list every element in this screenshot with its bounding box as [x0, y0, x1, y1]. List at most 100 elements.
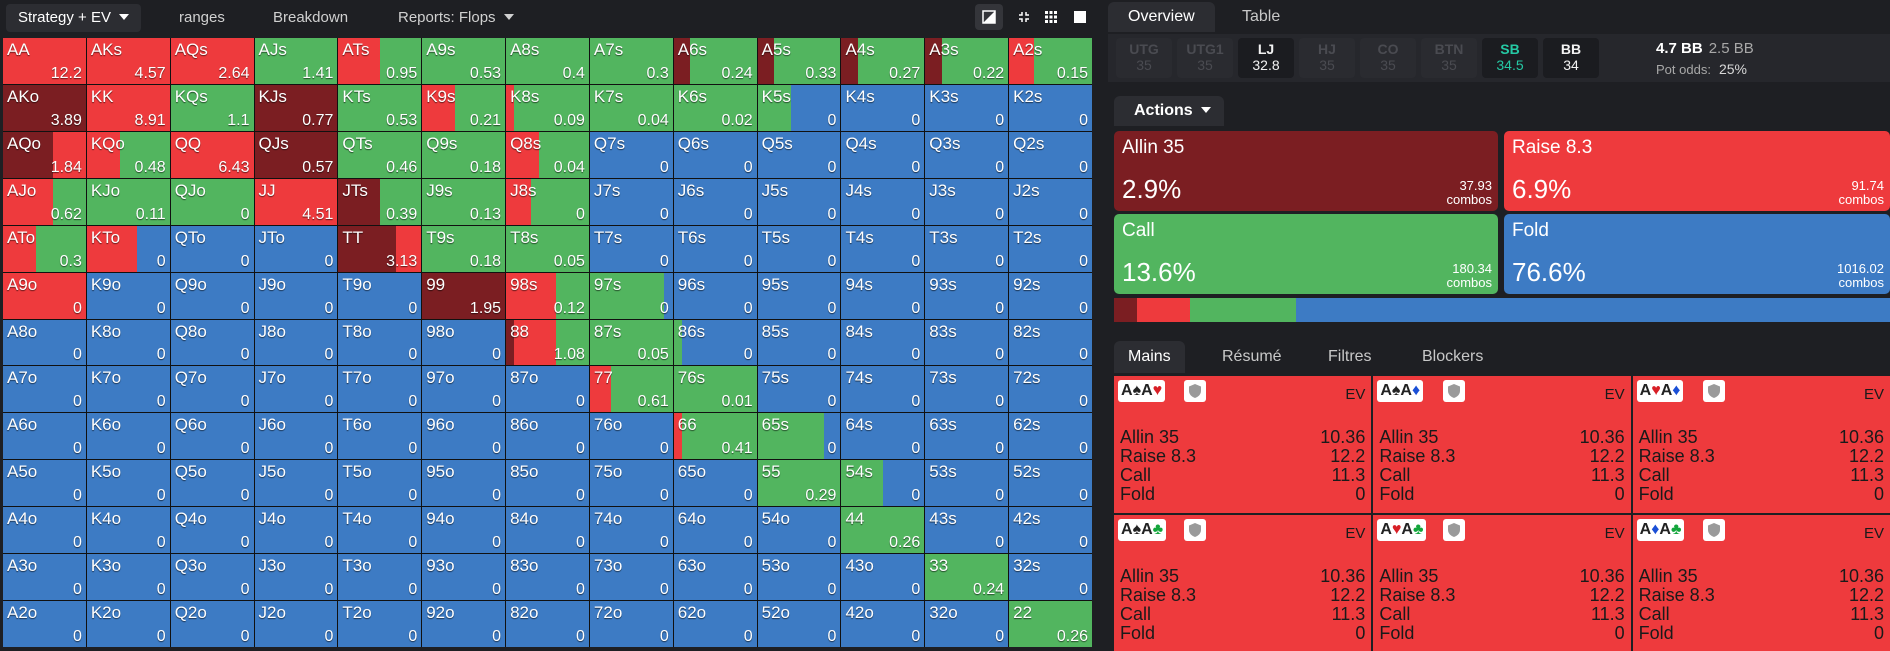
hand-cell[interactable]: 42s 0 — [1009, 507, 1092, 554]
hand-cell[interactable]: 42o 0 — [841, 601, 925, 647]
combo-card[interactable]: A♠A♥ EV Allin 35 10.36 Raise 8.3 12.2 Call 11.3… — [1114, 376, 1372, 513]
hand-cell[interactable]: A8s 0.4 — [506, 38, 589, 84]
hand-cell[interactable]: QTo 0 — [170, 225, 254, 272]
hand-cell[interactable]: 87o 0 — [506, 366, 589, 413]
hand-cell[interactable]: K9o 0 — [86, 272, 170, 319]
action-raise[interactable]: Raise 8.3 6.9% 91.74 combos — [1504, 131, 1890, 211]
hand-cell[interactable]: J8o 0 — [254, 319, 338, 366]
action-call[interactable]: Call 13.6% 180.34 combos — [1114, 214, 1498, 294]
hand-cell[interactable]: 43o 0 — [841, 554, 925, 601]
hand-cell[interactable]: 87s 0.05 — [589, 319, 673, 366]
hand-cell[interactable]: JJ 4.51 — [254, 178, 338, 225]
hand-cell[interactable]: K5o 0 — [86, 460, 170, 507]
hand-cell[interactable]: K6s 0.02 — [673, 84, 757, 131]
hand-cell[interactable]: Q5s 0 — [757, 131, 841, 178]
hand-cell[interactable]: A5s 0.33 — [757, 38, 841, 84]
hand-cell[interactable]: T5s 0 — [757, 225, 841, 272]
hand-cell[interactable]: KJo 0.11 — [86, 178, 170, 225]
hand-cell[interactable]: 98o 0 — [422, 319, 506, 366]
hand-cell[interactable]: KK 8.91 — [86, 84, 170, 131]
hand-cell[interactable]: K4s 0 — [841, 84, 925, 131]
hand-cell[interactable]: K6o 0 — [86, 413, 170, 460]
hand-cell[interactable]: 93o 0 — [422, 554, 506, 601]
hand-cell[interactable]: K9s 0.21 — [422, 84, 506, 131]
hand-cell[interactable]: Q7s 0 — [589, 131, 673, 178]
hand-cell[interactable]: J9s 0.13 — [422, 178, 506, 225]
hand-cell[interactable]: A9o 0 — [3, 272, 86, 319]
hand-cell[interactable]: 94s 0 — [841, 272, 925, 319]
hand-cell[interactable]: A6o 0 — [3, 413, 86, 460]
hand-cell[interactable]: KQs 1.1 — [170, 84, 254, 131]
hand-cell[interactable]: 86o 0 — [506, 413, 589, 460]
shield-icon[interactable] — [1184, 518, 1206, 541]
action-allin[interactable]: Allin 35 2.9% 37.93 combos — [1114, 131, 1498, 211]
combo-card[interactable]: A♦A♣ EV Allin 35 10.36 Raise 8.3 12.2 Call 11.3… — [1632, 514, 1890, 651]
hand-cell[interactable]: J5o 0 — [254, 460, 338, 507]
hand-cell[interactable]: QJs 0.57 — [254, 131, 338, 178]
hand-cell[interactable]: 85o 0 — [506, 460, 589, 507]
hand-cell[interactable]: 95s 0 — [757, 272, 841, 319]
hand-cell[interactable]: Q3s 0 — [925, 131, 1009, 178]
hand-cell[interactable]: 33 0.24 — [925, 554, 1009, 601]
hand-cell[interactable]: 64o 0 — [673, 507, 757, 554]
hand-cell[interactable]: AJs 1.41 — [254, 38, 338, 84]
hand-cell[interactable]: 44 0.26 — [841, 507, 925, 554]
hand-cell[interactable]: 22 0.26 — [1009, 601, 1092, 647]
hand-cell[interactable]: T7s 0 — [589, 225, 673, 272]
hand-cell[interactable]: K8s 0.09 — [506, 84, 589, 131]
hand-cell[interactable]: Q2o 0 — [170, 601, 254, 647]
hand-cell[interactable]: J7o 0 — [254, 366, 338, 413]
square-icon[interactable] — [1066, 4, 1094, 30]
position-utg[interactable]: UTG 35 — [1116, 38, 1172, 78]
hand-cell[interactable]: 92s 0 — [1009, 272, 1092, 319]
hand-cell[interactable]: K3o 0 — [86, 554, 170, 601]
hand-cell[interactable]: 63o 0 — [673, 554, 757, 601]
combo-card[interactable]: A♥A♦ EV Allin 35 10.36 Raise 8.3 12.2 Call 11.3… — [1632, 376, 1890, 513]
grid-icon[interactable] — [1037, 4, 1065, 30]
hand-cell[interactable]: 62o 0 — [673, 601, 757, 647]
hand-cell[interactable]: 73s 0 — [925, 366, 1009, 413]
hand-cell[interactable]: AJo 0.62 — [3, 178, 86, 225]
hand-cell[interactable]: J6s 0 — [673, 178, 757, 225]
hand-cell[interactable]: Q9o 0 — [170, 272, 254, 319]
hand-cell[interactable]: Q8s 0.04 — [506, 131, 589, 178]
tab-mains[interactable]: Mains — [1114, 341, 1185, 373]
hand-cell[interactable]: T8s 0.05 — [506, 225, 589, 272]
hand-cell[interactable]: A4s 0.27 — [841, 38, 925, 84]
hand-cell[interactable]: J9o 0 — [254, 272, 338, 319]
tab-overview[interactable]: Overview — [1108, 2, 1215, 32]
combo-card[interactable]: A♥A♣ EV Allin 35 10.36 Raise 8.3 12.2 Call 11.3… — [1373, 514, 1631, 651]
hand-cell[interactable]: 53s 0 — [925, 460, 1009, 507]
hand-cell[interactable]: QQ 6.43 — [170, 131, 254, 178]
hand-cell[interactable]: 72o 0 — [589, 601, 673, 647]
hand-cell[interactable]: 32o 0 — [925, 601, 1009, 647]
hand-cell[interactable]: Q4s 0 — [841, 131, 925, 178]
hand-cell[interactable]: 64s 0 — [841, 413, 925, 460]
hand-cell[interactable]: 74o 0 — [589, 507, 673, 554]
position-co[interactable]: CO 35 — [1360, 38, 1416, 78]
hand-cell[interactable]: A7o 0 — [3, 366, 86, 413]
hand-cell[interactable]: A3o 0 — [3, 554, 86, 601]
hand-cell[interactable]: J8s 0 — [506, 178, 589, 225]
hand-cell[interactable]: J5s 0 — [757, 178, 841, 225]
hand-cell[interactable]: 77 0.61 — [589, 366, 673, 413]
hand-cell[interactable]: T6o 0 — [338, 413, 422, 460]
hand-cell[interactable]: 76s 0.01 — [673, 366, 757, 413]
hand-cell[interactable]: J2o 0 — [254, 601, 338, 647]
hand-cell[interactable]: T2o 0 — [338, 601, 422, 647]
hand-cell[interactable]: 43s 0 — [925, 507, 1009, 554]
hand-cell[interactable]: 96s 0 — [673, 272, 757, 319]
hand-cell[interactable]: 75s 0 — [757, 366, 841, 413]
hand-cell[interactable]: 85s 0 — [757, 319, 841, 366]
hand-cell[interactable]: 72s 0 — [1009, 366, 1092, 413]
hand-cell[interactable]: J7s 0 — [589, 178, 673, 225]
hand-cell[interactable]: 52s 0 — [1009, 460, 1092, 507]
hand-cell[interactable]: 96o 0 — [422, 413, 506, 460]
tab-resume[interactable]: Résumé — [1208, 341, 1296, 373]
hand-cell[interactable]: T4s 0 — [841, 225, 925, 272]
hand-cell[interactable]: K7o 0 — [86, 366, 170, 413]
hand-cell[interactable]: 66 0.41 — [673, 413, 757, 460]
hand-cell[interactable]: T2s 0 — [1009, 225, 1092, 272]
tab-table[interactable]: Table — [1222, 2, 1300, 32]
hand-cell[interactable]: K5s 0 — [757, 84, 841, 131]
